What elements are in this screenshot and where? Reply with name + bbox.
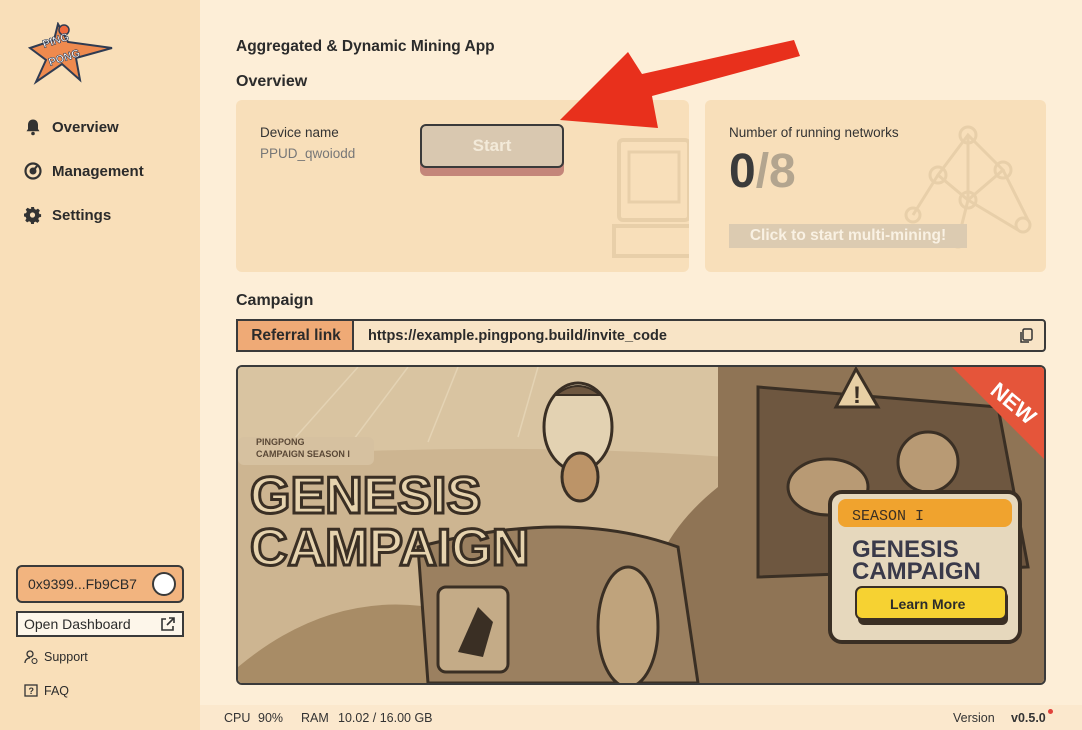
support-label: Support [44, 650, 88, 664]
referral-link-label: Referral link [236, 319, 354, 352]
update-dot [1048, 709, 1053, 714]
svg-text:?: ? [29, 686, 35, 696]
ram-label: RAM [301, 711, 329, 725]
status-footer: CPU 90% RAM 10.02 / 16.00 GB Version v0.… [200, 705, 1082, 730]
faq-link[interactable]: ? FAQ [24, 684, 69, 698]
referral-url[interactable]: https://example.pingpong.build/invite_co… [368, 328, 1018, 344]
red-arrow-icon [560, 40, 800, 128]
person-help-icon [24, 650, 38, 664]
open-dashboard-button[interactable]: Open Dashboard [16, 611, 184, 637]
app-title: Aggregated & Dynamic Mining App [236, 38, 495, 55]
banner-title-line1: GENESIS [250, 467, 481, 525]
networks-total: /8 [755, 145, 796, 198]
banner-title-line2: CAMPAIGN [250, 519, 529, 577]
external-link-icon [161, 617, 175, 631]
sidebar-item-label: Settings [52, 206, 112, 224]
device-name-label: Device name [260, 125, 339, 140]
wallet-address: 0x9399...Fb9CB7 [28, 576, 137, 592]
pingpong-logo: PING PONG [27, 22, 113, 85]
banner-kicker-line1: PINGPONG [256, 437, 305, 447]
sign-season: SEASON I [852, 508, 924, 525]
version-value[interactable]: v0.5.0 [1011, 711, 1046, 725]
open-dashboard-label: Open Dashboard [24, 616, 131, 632]
gear-icon [24, 206, 42, 224]
faq-label: FAQ [44, 684, 70, 698]
networks-count: 0/8 [729, 144, 796, 199]
warning-icon: ! [853, 382, 861, 409]
sidebar-item-label: Management [52, 162, 144, 180]
learn-more-button[interactable]: Learn More [890, 596, 966, 612]
bell-icon [26, 119, 40, 136]
device-name-value: PPUD_qwoiodd [260, 146, 356, 161]
computer-watermark-icon [612, 138, 689, 258]
support-link[interactable]: Support [24, 650, 88, 664]
ram-value: 10.02 / 16.00 GB [338, 711, 433, 725]
referral-link-field[interactable]: https://example.pingpong.build/invite_co… [352, 319, 1046, 352]
copy-icon[interactable] [1018, 327, 1034, 344]
campaign-title: Campaign [236, 292, 314, 309]
sign-title-line2: CAMPAIGN [852, 558, 981, 585]
gauge-icon [24, 162, 42, 180]
question-box-icon: ? [24, 684, 38, 697]
networks-running: 0 [729, 145, 756, 198]
overview-title: Overview [236, 73, 308, 90]
wallet-avatar [152, 572, 176, 596]
start-button[interactable]: Start [420, 124, 564, 168]
sidebar-item-settings[interactable]: Settings [24, 204, 194, 226]
sidebar: PING PONG Overview Management Settings 0… [0, 0, 200, 730]
wallet-button[interactable]: 0x9399...Fb9CB7 [16, 565, 184, 603]
sidebar-item-overview[interactable]: Overview [24, 116, 194, 138]
cpu-label: CPU [224, 711, 251, 725]
sidebar-item-management[interactable]: Management [24, 160, 194, 182]
sidebar-nav: Overview Management Settings [24, 116, 194, 248]
genesis-campaign-banner[interactable]: ! PINGPONG CAMPAIGN SEASON I GENESIS CAM… [236, 365, 1046, 685]
version-label: Version [953, 711, 995, 725]
banner-kicker-line2: CAMPAIGN SEASON I [256, 449, 350, 459]
cpu-value: 90% [258, 711, 284, 725]
sidebar-item-label: Overview [52, 118, 119, 136]
start-multi-mining-button[interactable]: Click to start multi-mining! [729, 224, 967, 248]
